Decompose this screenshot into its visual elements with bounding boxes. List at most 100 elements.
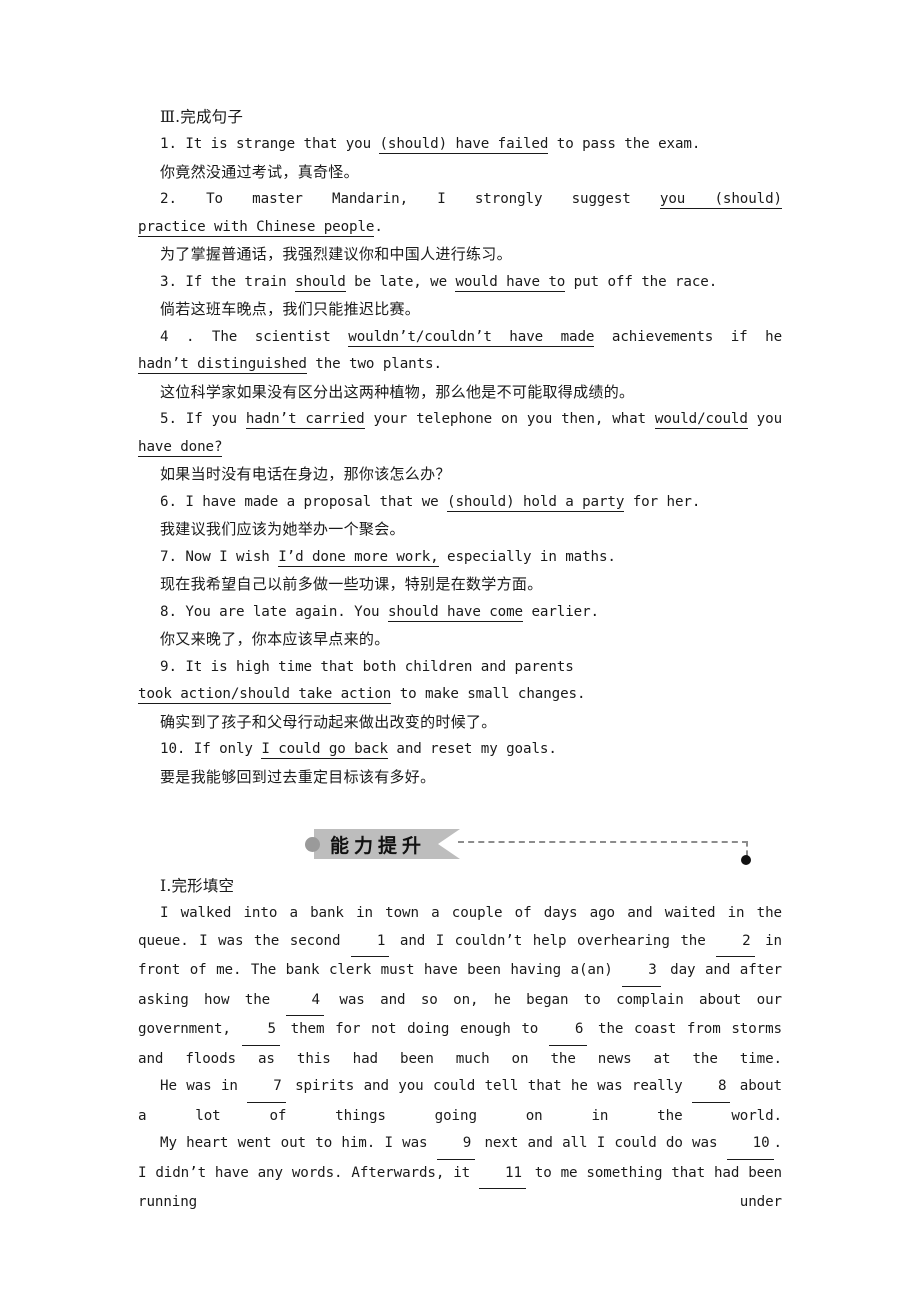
sentence-en-1: 1. It is strange that you (should) have … — [138, 131, 782, 159]
sentence-zh-3: 倘若这班车晚点，我们只能推迟比赛。 — [160, 300, 421, 318]
sentence-5-answer: hadn’t carried — [245, 411, 365, 429]
sentence-zh-10: 要是我能够回到过去重定目标该有多好。 — [160, 767, 436, 786]
section-cloze: Ⅰ.完形填空 I walked into a bank in town a co… — [138, 873, 782, 1217]
banner-group: 能力提升 — [305, 829, 460, 859]
section-heading-cloze: Ⅰ.完形填空 — [160, 877, 235, 895]
banner-end-dot-icon — [741, 855, 751, 865]
sentence-item-2: 2. To master Mandarin, I strongly sugges… — [138, 186, 782, 269]
sentence-2-answer: you (should) — [659, 191, 782, 209]
sentence-en-7: 7. Now I wish I’d done more work, especi… — [138, 544, 782, 572]
banner-dashed-drop-icon — [746, 841, 748, 856]
sentence-item-9: 9. It is high time that both children an… — [138, 654, 782, 737]
cloze-blank-11[interactable]: 11 — [479, 1160, 526, 1189]
cloze-text: spirits and you could tell that he was r… — [285, 1078, 692, 1094]
section-heading-complete-sentences: Ⅲ.完成句子 — [160, 108, 244, 126]
sentence-item-5: 5. If you hadn’t carried your telephone … — [138, 406, 782, 489]
sentence-1-answer: (should) have failed — [379, 136, 549, 154]
sentence-4-pre: 4 . The scientist — [160, 328, 349, 345]
sentence-item-4: 4 . The scientist wouldn’t/couldn’t have… — [138, 324, 782, 407]
sentence-en-2-cont: practice with Chinese people. — [138, 214, 782, 242]
sentence-en-10: 10. If only I could go back and reset my… — [138, 736, 782, 764]
sentence-3-mid: be late, we — [345, 273, 456, 290]
sentence-en-9: 9. It is high time that both children an… — [138, 654, 782, 682]
sentence-6-pre: 6. I have made a proposal that we — [160, 493, 448, 510]
cloze-blank-1[interactable]: 1 — [350, 928, 390, 957]
cloze-blank-10[interactable]: 10 — [726, 1130, 774, 1160]
sentence-4-answer: wouldn’t/couldn’t have made — [348, 328, 595, 347]
sentence-7-answer: I’d done more work, — [278, 548, 439, 567]
sentence-en-9-cont: took action/should take action to make s… — [138, 681, 782, 709]
page-content: Ⅲ.完成句子 1. It is strange that you (should… — [138, 104, 782, 1217]
sentence-en-2: 2. To master Mandarin, I strongly sugges… — [138, 186, 782, 214]
sentence-4-mid: achievements if he — [594, 328, 783, 345]
sentence-5-mid-2: you — [747, 411, 783, 427]
sentence-5-mid: your telephone on you then, what — [364, 411, 655, 427]
sentence-item-7: 7. Now I wish I’d done more work, especi… — [138, 544, 782, 599]
sentence-3-post: put off the race. — [565, 273, 718, 290]
sentence-item-6: 6. I have made a proposal that we (shoul… — [138, 489, 782, 544]
sentence-3-answer: should — [295, 273, 346, 292]
sentence-en-5: 5. If you hadn’t carried your telephone … — [138, 406, 782, 434]
banner-bullet-icon — [305, 836, 320, 852]
sentence-en-6: 6. I have made a proposal that we (shoul… — [138, 489, 782, 517]
sentence-zh-5: 如果当时没有电话在身边，那你该怎么办？ — [160, 465, 451, 483]
banner-dashed-line-icon — [458, 841, 748, 843]
cloze-text: He was in — [160, 1078, 248, 1094]
sentence-5-pre: 5. If you — [160, 411, 246, 427]
sentence-2-pre: 2. To master Mandarin, I strongly sugges… — [160, 191, 660, 207]
sentence-1-post: to pass the exam. — [548, 136, 701, 152]
sentence-en-5-cont: have done? — [138, 434, 782, 462]
sentence-3-answer-2: would have to — [455, 273, 566, 292]
sentence-10-answer: I could go back — [261, 741, 388, 759]
sentence-6-answer: (should) hold a party — [447, 493, 625, 512]
sentence-9-answer: took action/should take action — [138, 686, 392, 704]
sentence-zh-7: 现在我希望自己以前多做一些功课，特别是在数学方面。 — [160, 575, 543, 593]
sentence-zh-1: 你竟然没通过考试，真奇怪。 — [160, 162, 359, 181]
cloze-paragraph-2: He was in 7 spirits and you could tell t… — [138, 1073, 782, 1130]
cloze-blank-4[interactable]: 4 — [285, 987, 324, 1016]
sentence-9-post: to make small changes. — [391, 686, 586, 702]
sentence-4-answer-2: hadn’t distinguished — [138, 356, 307, 374]
sentence-7-pre: 7. Now I wish — [160, 548, 279, 565]
sentence-3-pre: 3. If the train — [160, 273, 296, 290]
sentence-2-answer-2: practice with Chinese people — [138, 218, 375, 237]
sentence-item-8: 8. You are late again. You should have c… — [138, 599, 782, 654]
sentence-10-pre: 10. If only — [160, 741, 262, 757]
cloze-blank-3[interactable]: 3 — [622, 957, 661, 987]
cloze-paragraph-1: I walked into a bank in town a couple of… — [138, 900, 782, 1073]
cloze-blank-6[interactable]: 6 — [548, 1016, 588, 1046]
cloze-text: them for not doing enough to — [280, 1021, 549, 1037]
sentence-zh-4: 这位科学家如果没有区分出这两种植物，那么他是不可能取得成绩的。 — [160, 382, 635, 401]
sentence-en-8: 8. You are late again. You should have c… — [138, 599, 782, 627]
sentence-zh-6: 我建议我们应该为她举办一个聚会。 — [160, 520, 405, 538]
banner-flag-shape: 能力提升 — [314, 829, 460, 859]
cloze-blank-7[interactable]: 7 — [247, 1073, 286, 1103]
sentence-1-pre: 1. It is strange that you — [160, 136, 380, 152]
cloze-paragraph-3: My heart went out to him. I was 9 next a… — [138, 1130, 782, 1217]
cloze-text: next and all I could do was — [475, 1135, 727, 1151]
sentence-zh-9: 确实到了孩子和父母行动起来做出改变的时候了。 — [160, 712, 497, 731]
cloze-text: and I couldn’t help overhearing the — [389, 932, 717, 949]
cloze-text: My heart went out to him. I was — [160, 1135, 437, 1151]
cloze-blank-5[interactable]: 5 — [241, 1016, 280, 1046]
sentence-6-post: for her. — [624, 493, 701, 510]
sentence-7-post: especially in maths. — [438, 548, 616, 565]
section-banner-ability: 能力提升 — [138, 817, 782, 873]
sentence-zh-2: 为了掌握普通话，我强烈建议你和中国人进行练习。 — [160, 245, 512, 263]
sentence-item-10: 10. If only I could go back and reset my… — [138, 736, 782, 791]
sentence-en-4-cont: hadn’t distinguished the two plants. — [138, 351, 782, 379]
sentence-en-4: 4 . The scientist wouldn’t/couldn’t have… — [138, 324, 782, 352]
cloze-blank-8[interactable]: 8 — [691, 1073, 731, 1103]
sentence-5-answer-2: would/could — [654, 411, 748, 429]
sentence-item-1: 1. It is strange that you (should) have … — [138, 131, 782, 186]
cloze-blank-9[interactable]: 9 — [436, 1130, 476, 1160]
cloze-blank-2[interactable]: 2 — [716, 928, 755, 957]
worksheet-page: Ⅲ.完成句子 1. It is strange that you (should… — [0, 0, 920, 1302]
sentence-item-3: 3. If the train should be late, we would… — [138, 269, 782, 324]
sentence-8-answer: should have come — [387, 603, 524, 622]
sentence-en-3: 3. If the train should be late, we would… — [138, 269, 782, 297]
sentence-10-post: and reset my goals. — [387, 741, 557, 757]
sentence-8-pre: 8. You are late again. You — [160, 603, 388, 620]
section-complete-sentences: Ⅲ.完成句子 1. It is strange that you (should… — [138, 104, 782, 791]
sentence-2-post: . — [374, 218, 383, 235]
